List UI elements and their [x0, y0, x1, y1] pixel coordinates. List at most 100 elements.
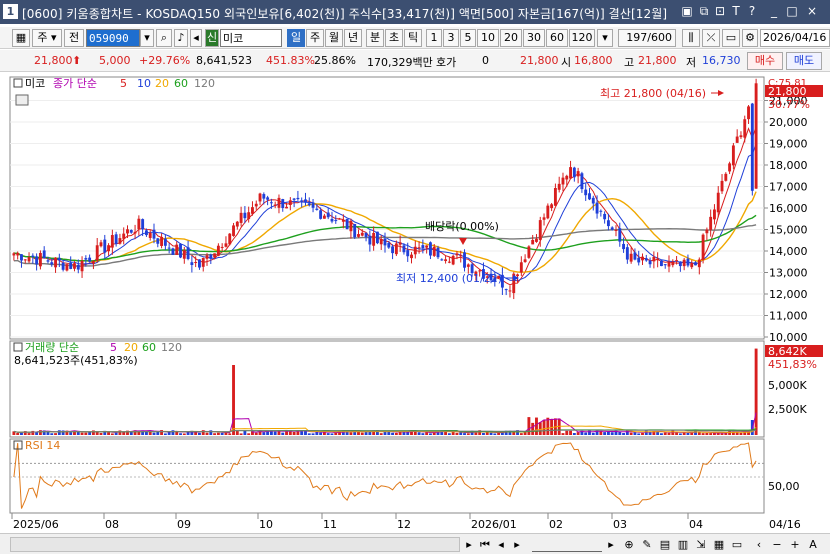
candle-body: [754, 83, 758, 189]
link-icon[interactable]: ⧉: [697, 4, 711, 18]
interval-30[interactable]: 30: [523, 29, 545, 47]
candle-body: [364, 232, 368, 238]
candle-body: [709, 216, 713, 230]
candle-type-icon[interactable]: ⫼: [682, 29, 700, 47]
period-tab-year[interactable]: 년: [344, 29, 362, 47]
interval-dropdown-icon[interactable]: ▾: [597, 29, 613, 47]
close-icon[interactable]: ×: [805, 4, 819, 18]
jeon-button[interactable]: 전: [64, 29, 84, 47]
scroll-start-icon[interactable]: ▸: [462, 537, 476, 552]
search-icon[interactable]: ⌕: [156, 29, 172, 47]
candle-body: [304, 199, 307, 203]
data-count-field[interactable]: 197/600: [618, 29, 676, 47]
chart-area[interactable]: 10,000 11,000 12,000 13,000 14,000 15,000 16,0…: [0, 73, 830, 536]
candle-body: [137, 218, 141, 230]
auto-button[interactable]: A: [806, 537, 820, 552]
help-icon[interactable]: ▣: [680, 4, 694, 18]
candle-body: [614, 229, 618, 231]
prev-stock-icon[interactable]: ◂: [190, 29, 202, 47]
candle-body: [648, 260, 652, 265]
zoom-out-button[interactable]: −: [770, 537, 784, 552]
scroll-back-icon[interactable]: ‹: [752, 537, 766, 552]
candle-body: [637, 257, 641, 263]
volume-bar: [618, 431, 622, 435]
price-panel-name: 미코: [25, 77, 45, 90]
layout-icon[interactable]: ▥: [676, 537, 690, 552]
candle-body: [618, 228, 622, 242]
high-annotation: 최고 21,800 (04/16): [600, 87, 706, 100]
interval-3[interactable]: 3: [443, 29, 459, 47]
date-field[interactable]: 2026/04/16: [760, 29, 830, 47]
interval-5[interactable]: 5: [460, 29, 476, 47]
scroll-first-icon[interactable]: ⏮: [478, 537, 492, 552]
candle-body: [447, 261, 451, 263]
zoom-reset-icon[interactable]: ▸: [605, 537, 617, 552]
current-price: 21,800: [34, 54, 73, 67]
draw-icon[interactable]: ✎: [640, 537, 654, 552]
candle-body: [99, 242, 103, 247]
candle-body: [444, 259, 448, 262]
candle-body: [205, 255, 209, 259]
candle-body: [288, 200, 292, 205]
period-tab-minute[interactable]: 분: [366, 29, 384, 47]
candle-body: [76, 264, 80, 270]
zoom-in-icon[interactable]: ⊕: [622, 537, 636, 552]
interval-10[interactable]: 10: [477, 29, 499, 47]
volume-bar: [663, 432, 667, 435]
ju-dropdown[interactable]: 주 ▾: [32, 29, 62, 47]
period-tab-second[interactable]: 초: [385, 29, 403, 47]
price-y-tick-label: 17,000: [769, 181, 808, 194]
code-dropdown-icon[interactable]: ▾: [140, 29, 154, 47]
scroll-next-icon[interactable]: ▸: [510, 537, 524, 552]
candle-body: [603, 213, 607, 220]
zoom-in-button[interactable]: +: [788, 537, 802, 552]
line-type-icon[interactable]: ⤫: [702, 29, 720, 47]
stock-name-field[interactable]: [220, 29, 282, 47]
interval-1[interactable]: 1: [426, 29, 442, 47]
calendar-icon[interactable]: ▦: [712, 537, 726, 552]
chart-svg[interactable]: 10,000 11,000 12,000 13,000 14,000 15,000 16,0…: [0, 73, 830, 533]
x-tick-label: 08: [105, 518, 119, 531]
period-tab-day[interactable]: 일: [287, 29, 305, 47]
period-tab-week[interactable]: 주: [306, 29, 324, 47]
table-toggle-icon[interactable]: [15, 94, 29, 106]
print-icon[interactable]: ▤: [658, 537, 672, 552]
interval-60[interactable]: 60: [546, 29, 568, 47]
volume-bar: [61, 430, 65, 435]
scroll-prev-icon[interactable]: ◂: [494, 537, 508, 552]
volume-bar: [179, 433, 182, 435]
stock-code-input[interactable]: [86, 29, 140, 47]
volume-bar: [686, 432, 690, 435]
candle-body: [69, 262, 73, 269]
maximize-icon[interactable]: □: [785, 4, 799, 18]
settings-t-icon[interactable]: T: [729, 4, 743, 18]
candle-body: [417, 247, 421, 249]
menu-grid-icon[interactable]: ▦: [12, 29, 30, 47]
interval-20[interactable]: 20: [500, 29, 522, 47]
gear-icon[interactable]: ⚙: [742, 29, 758, 47]
volume-bar: [565, 430, 569, 435]
candle-body: [319, 210, 323, 219]
candle-body: [656, 258, 660, 260]
export-icon[interactable]: ⇲: [694, 537, 708, 552]
candle-body: [572, 167, 576, 178]
horizontal-scrollbar[interactable]: [10, 537, 460, 552]
volume-bar: [625, 430, 629, 435]
speaker-icon[interactable]: ♪: [174, 29, 188, 47]
volume-bar: [247, 433, 251, 435]
question-icon[interactable]: ?: [745, 4, 759, 18]
volume-bar: [697, 432, 701, 435]
save-icon[interactable]: ▭: [722, 29, 740, 47]
screen-icon[interactable]: ▭: [730, 537, 744, 552]
buy-button[interactable]: 매수: [747, 52, 783, 70]
minimize-icon[interactable]: _: [767, 4, 781, 18]
candle-body: [277, 197, 281, 208]
zoom-slider[interactable]: [532, 537, 602, 552]
sell-button[interactable]: 매도: [786, 52, 822, 70]
x-tick-label: 03: [613, 518, 627, 531]
interval-120[interactable]: 120: [569, 29, 595, 47]
amount-value: 170,329백만: [367, 56, 433, 69]
pin-icon[interactable]: ⊡: [713, 4, 727, 18]
period-tab-tick[interactable]: 틱: [404, 29, 422, 47]
period-tab-month[interactable]: 월: [325, 29, 343, 47]
